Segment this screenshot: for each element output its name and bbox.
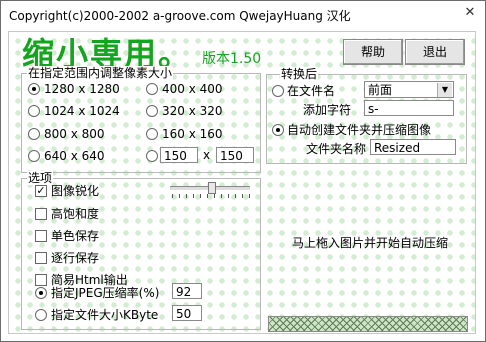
convert-group-legend: 转换后 (280, 67, 319, 81)
filesize-label: 指定文件大小KByte (51, 308, 159, 322)
exit-button[interactable]: 退出 (405, 39, 465, 65)
size-label-1280: 1280 x 1280 (44, 82, 120, 96)
size-group-legend: 在指定范围内调整像素大小 (27, 66, 174, 80)
custom-height-input[interactable]: 150 (216, 147, 254, 163)
size-label-160: 160 x 160 (162, 127, 223, 141)
drop-zone-text: 马上柂入图片并开始自动压缩 (292, 236, 449, 250)
folder-name-label: 文件夹名称 (306, 142, 367, 156)
html-output-checkbox[interactable] (35, 274, 47, 286)
progress-bar (268, 316, 468, 332)
filesize-radio[interactable] (35, 309, 47, 321)
size-radio-custom[interactable] (146, 150, 158, 162)
progressive-label: 逐行保存 (51, 251, 100, 265)
mono-checkbox[interactable] (35, 230, 47, 242)
auto-folder-label: 自动创建文件夹并压缩图像 (287, 123, 432, 137)
size-radio-400[interactable] (146, 83, 158, 95)
saturation-label: 高饱和度 (51, 207, 100, 221)
jpeg-quality-radio[interactable] (35, 287, 47, 299)
size-radio-1024[interactable] (28, 105, 40, 117)
size-label-400: 400 x 400 (162, 82, 223, 96)
filename-radio[interactable] (272, 85, 284, 97)
filename-label: 在文件名 (287, 84, 336, 98)
add-char-label: 添加字符 (303, 103, 352, 117)
help-button[interactable]: 帮助 (343, 39, 403, 65)
window-title: Copyright(c)2000-2002 a-groove.com Qweja… (9, 9, 351, 23)
auto-folder-radio[interactable] (272, 124, 284, 136)
size-radio-320[interactable] (146, 105, 158, 117)
jpeg-quality-label: 指定JPEG压缩率(%) (51, 286, 160, 300)
custom-size-separator: x (203, 148, 211, 162)
custom-width-input[interactable]: 150 (160, 147, 198, 163)
position-select[interactable]: 前面 ▼ (364, 81, 454, 98)
size-label-640: 640 x 640 (44, 149, 105, 163)
close-icon[interactable]: ✕ (459, 4, 481, 22)
filesize-input[interactable]: 50 (172, 305, 202, 321)
size-radio-1280[interactable] (28, 83, 40, 95)
size-radio-640[interactable] (28, 150, 40, 162)
version-label: 版本1.50 (202, 51, 262, 67)
html-output-label: 简易Html输出 (51, 273, 128, 287)
sharpen-checkbox[interactable]: ✓ (35, 185, 47, 197)
sharpen-slider-ticks (172, 194, 250, 198)
add-char-input[interactable]: s- (364, 100, 454, 116)
options-group-legend: 选项 (27, 171, 54, 185)
size-label-800: 800 x 800 (44, 127, 105, 141)
saturation-checkbox[interactable] (35, 208, 47, 220)
sharpen-slider-thumb[interactable] (208, 182, 216, 194)
sharpen-label: 图像锐化 (51, 184, 100, 198)
mono-label: 单色保存 (51, 229, 100, 243)
size-label-320: 320 x 320 (162, 104, 223, 118)
progressive-checkbox[interactable] (35, 252, 47, 264)
chevron-down-icon[interactable]: ▼ (437, 83, 452, 97)
size-radio-800[interactable] (28, 128, 40, 140)
jpeg-quality-input[interactable]: 92 (172, 283, 202, 299)
title-bar[interactable]: Copyright(c)2000-2002 a-groove.com Qweja… (1, 1, 485, 31)
position-select-value: 前面 (368, 83, 393, 97)
folder-name-input[interactable]: Resized (370, 139, 456, 155)
size-radio-160[interactable] (146, 128, 158, 140)
size-label-1024: 1024 x 1024 (44, 104, 120, 118)
